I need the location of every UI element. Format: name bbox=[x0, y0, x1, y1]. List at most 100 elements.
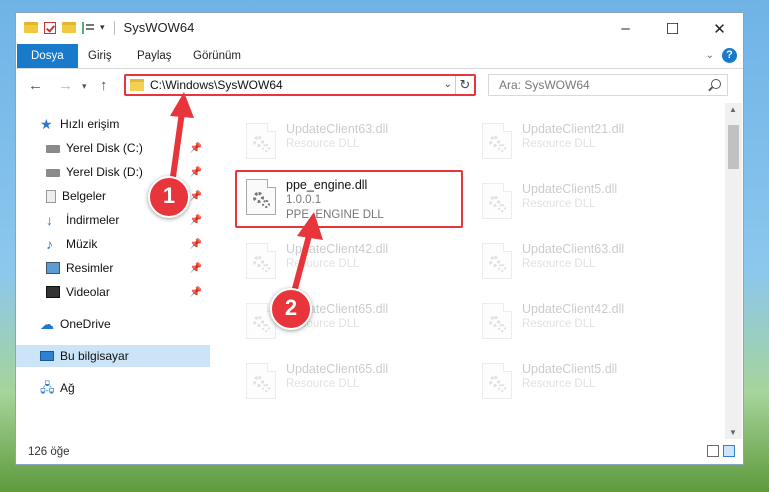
list-item[interactable]: UpdateClient5.dll Resource DLL bbox=[476, 359, 686, 411]
tab-share[interactable]: Paylaş bbox=[137, 44, 172, 68]
dll-file-icon bbox=[482, 363, 512, 399]
sidebar-item-label: Bu bilgisayar bbox=[60, 349, 129, 363]
list-item[interactable]: UpdateClient65.dll Resource DLL bbox=[240, 359, 450, 411]
file-name: UpdateClient63.dll bbox=[286, 122, 389, 136]
file-description: Resource DLL bbox=[522, 318, 596, 330]
address-dropdown-icon[interactable]: ⌄ bbox=[444, 79, 452, 90]
ribbon-tabs: Dosya Giriş Paylaş Görünüm ⌄ ? bbox=[16, 44, 743, 69]
tab-file[interactable]: Dosya bbox=[17, 44, 78, 68]
scroll-up-icon[interactable]: ▲ bbox=[729, 105, 737, 114]
list-item[interactable]: UpdateClient63.dll Resource DLL bbox=[240, 119, 450, 171]
status-bar: 126 öğe bbox=[16, 439, 743, 464]
navigation-pane: ★ Hızlı erişim Yerel Disk (C:) 📌 Yerel D… bbox=[16, 103, 212, 439]
minimize-button[interactable]: – bbox=[602, 13, 649, 44]
address-folder-icon bbox=[130, 79, 144, 91]
sidebar-item-label: İndirmeler bbox=[66, 213, 120, 227]
pin-icon[interactable]: 📌 bbox=[190, 191, 202, 202]
sidebar-item-this-pc[interactable]: Bu bilgisayar bbox=[16, 345, 210, 367]
documents-icon bbox=[46, 189, 56, 203]
sidebar-item-quick-access[interactable]: ★ Hızlı erişim bbox=[40, 113, 234, 135]
sidebar-item-music[interactable]: ♪ Müzik 📌 bbox=[46, 233, 210, 255]
sidebar-item-label: Hızlı erişim bbox=[60, 117, 120, 131]
step-1-badge: 1 bbox=[148, 176, 190, 218]
help-icon[interactable]: ? bbox=[722, 48, 737, 63]
expand-ribbon-chevron-icon[interactable]: ⌄ bbox=[706, 50, 714, 61]
pin-icon[interactable]: 📌 bbox=[190, 239, 202, 250]
list-item[interactable]: UpdateClient21.dll Resource DLL bbox=[476, 119, 686, 171]
sidebar-item-videos[interactable]: Videolar 📌 bbox=[46, 281, 210, 303]
list-item[interactable]: UpdateClient42.dll Resource DLL bbox=[240, 239, 450, 291]
title-separator bbox=[113, 20, 115, 35]
file-description: Resource DLL bbox=[522, 378, 596, 390]
pin-icon[interactable]: 📌 bbox=[190, 263, 202, 274]
close-button[interactable]: ✕ bbox=[696, 13, 743, 44]
sidebar-item-label: Ağ bbox=[60, 381, 75, 395]
up-arrow-icon[interactable]: ↑ bbox=[100, 77, 108, 94]
navigation-bar: ← → ▾ ↑ C:\Windows\SysWOW64 ⌄ ↻ Ara: Sys… bbox=[16, 69, 743, 103]
file-description: Resource DLL bbox=[286, 138, 360, 150]
list-icon[interactable] bbox=[82, 21, 94, 34]
item-count: 126 öğe bbox=[28, 446, 70, 458]
scroll-down-icon[interactable]: ▼ bbox=[729, 428, 737, 437]
back-arrow-icon[interactable]: ← bbox=[28, 77, 43, 94]
quick-access-toolbar: ▾ SysWOW64 bbox=[24, 20, 194, 35]
details-view-icon[interactable] bbox=[707, 445, 719, 457]
new-folder-icon[interactable] bbox=[62, 22, 76, 33]
file-description: Resource DLL bbox=[286, 258, 360, 270]
dll-file-icon bbox=[482, 183, 512, 219]
sidebar-item-pictures[interactable]: Resimler 📌 bbox=[46, 257, 210, 279]
recent-locations-icon[interactable]: ▾ bbox=[82, 81, 87, 92]
tab-home[interactable]: Giriş bbox=[88, 44, 112, 68]
list-item[interactable]: UpdateClient5.dll Resource DLL bbox=[476, 179, 686, 231]
music-icon: ♪ bbox=[46, 236, 53, 252]
list-item[interactable]: UpdateClient63.dll Resource DLL bbox=[476, 239, 686, 291]
downloads-icon: ↓ bbox=[46, 212, 53, 228]
view-buttons bbox=[707, 445, 735, 457]
file-description: Resource DLL bbox=[522, 198, 596, 210]
dll-file-icon bbox=[482, 243, 512, 279]
explorer-window: ▾ SysWOW64 – ☐ ✕ Dosya Giriş Paylaş Görü… bbox=[15, 12, 744, 465]
dll-file-icon bbox=[482, 303, 512, 339]
window-controls: – ☐ ✕ bbox=[602, 13, 743, 44]
ribbon-right-controls: ⌄ ? bbox=[706, 48, 737, 63]
sidebar-item-disk-c[interactable]: Yerel Disk (C:) 📌 bbox=[46, 137, 210, 159]
customize-toolbar-arrow-icon[interactable]: ▾ bbox=[100, 22, 105, 33]
search-input[interactable]: Ara: SysWOW64 bbox=[499, 78, 590, 92]
dll-file-icon bbox=[246, 363, 276, 399]
dll-file-icon bbox=[246, 123, 276, 159]
maximize-button[interactable]: ☐ bbox=[649, 13, 696, 44]
sidebar-item-disk-d[interactable]: Yerel Disk (D:) 📌 bbox=[46, 161, 210, 183]
file-description: Resource DLL bbox=[286, 378, 360, 390]
address-bar[interactable]: C:\Windows\SysWOW64 ⌄ ↻ bbox=[124, 74, 476, 96]
pictures-icon bbox=[46, 262, 60, 274]
list-item[interactable]: UpdateClient42.dll Resource DLL bbox=[476, 299, 686, 351]
address-path[interactable]: C:\Windows\SysWOW64 bbox=[150, 78, 283, 92]
refresh-icon[interactable]: ↻ bbox=[455, 76, 474, 94]
star-icon: ★ bbox=[40, 116, 53, 132]
forward-arrow-icon[interactable]: → bbox=[58, 77, 73, 94]
file-name: UpdateClient63.dll bbox=[522, 242, 625, 256]
pin-icon[interactable]: 📌 bbox=[190, 143, 202, 154]
sidebar-item-label: OneDrive bbox=[60, 317, 111, 331]
computer-icon bbox=[40, 351, 54, 361]
search-box[interactable]: Ara: SysWOW64 bbox=[488, 74, 728, 96]
properties-check-icon[interactable] bbox=[44, 21, 56, 34]
videos-icon bbox=[46, 286, 60, 298]
file-name: UpdateClient21.dll bbox=[522, 122, 625, 136]
sidebar-item-downloads[interactable]: ↓ İndirmeler 📌 bbox=[46, 209, 210, 231]
pin-icon[interactable]: 📌 bbox=[190, 215, 202, 226]
pin-icon[interactable]: 📌 bbox=[190, 287, 202, 298]
sidebar-item-label: Belgeler bbox=[62, 189, 107, 203]
sidebar-item-onedrive[interactable]: ☁ OneDrive bbox=[40, 313, 210, 335]
scrollbar-thumb[interactable] bbox=[728, 125, 739, 169]
file-description: Resource DLL bbox=[522, 138, 596, 150]
sidebar-item-network[interactable]: 🖧 Ağ bbox=[40, 377, 210, 399]
file-description: Resource DLL bbox=[522, 258, 596, 270]
pin-icon[interactable]: 📌 bbox=[190, 167, 202, 178]
title-bar: ▾ SysWOW64 – ☐ ✕ bbox=[16, 13, 743, 44]
large-icons-view-icon[interactable] bbox=[723, 445, 735, 457]
vertical-scrollbar[interactable]: ▲ ▼ bbox=[725, 103, 742, 439]
tab-view[interactable]: Görünüm bbox=[193, 44, 241, 68]
file-highlight-box bbox=[235, 170, 463, 228]
file-name: UpdateClient5.dll bbox=[522, 182, 618, 196]
